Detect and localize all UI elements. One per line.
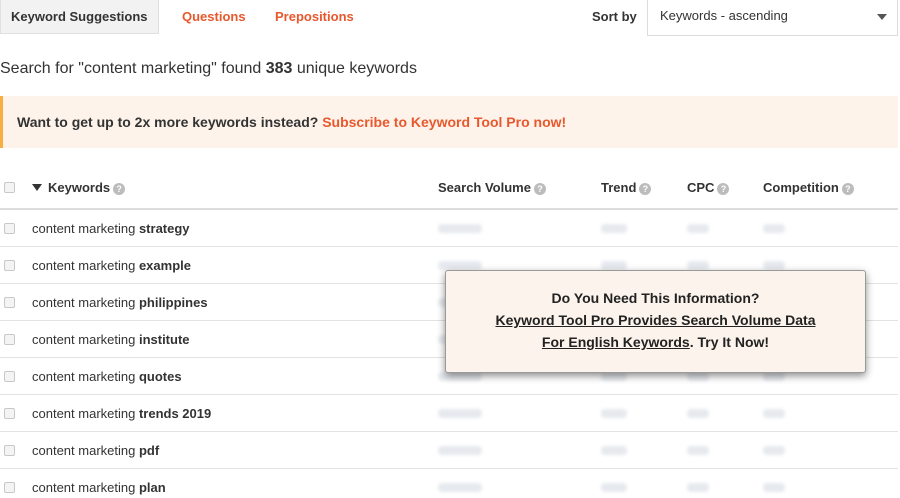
blurred-trend [601,372,627,381]
header-search-volume-label: Search Volume [438,180,531,195]
blurred-volume [438,224,482,233]
popup-link-line[interactable]: Keyword Tool Pro Provides Search Volume … [495,312,815,328]
sort-desc-icon [32,184,42,191]
keyword-count: 383 [265,60,293,77]
row-checkbox[interactable] [4,334,15,345]
keyword-cell: content marketing plan [32,480,166,495]
row-checkbox[interactable] [4,445,15,456]
header-search-volume[interactable]: Search Volume? [438,168,546,208]
blurred-volume [438,409,482,418]
header-keywords[interactable]: Keywords? [32,168,126,208]
promo-banner: Want to get up to 2x more keywords inste… [0,96,898,148]
header-trend-label: Trend [601,180,637,195]
blurred-trend [601,483,627,492]
blurred-trend [601,409,627,418]
blurred-competition [763,446,785,455]
blurred-competition [763,409,785,418]
header-competition-label: Competition [763,180,839,195]
blurred-cpc [687,446,709,455]
blurred-trend [601,261,627,270]
blurred-volume [438,372,482,381]
blurred-competition [763,483,785,492]
header-competition[interactable]: Competition? [763,168,854,208]
subscribe-link[interactable]: Subscribe to Keyword Tool Pro now! [322,114,566,130]
keyword-cell: content marketing philippines [32,295,208,310]
blurred-competition [763,261,785,270]
blurred-trend [601,446,627,455]
row-checkbox[interactable] [4,223,15,234]
help-icon[interactable]: ? [533,183,546,195]
table-row[interactable]: content marketing strategy [0,210,898,247]
popup-heading: Do You Need This Information? [551,290,760,306]
keyword-cell: content marketing trends 2019 [32,406,212,421]
upgrade-popup: Do You Need This Information? Keyword To… [445,270,866,373]
blurred-cpc [687,409,709,418]
sort-select[interactable]: Keywords - ascending [647,0,898,36]
header-keywords-label: Keywords [48,180,111,195]
popup-try-now: . Try It Now! [689,334,770,350]
keyword-cell: content marketing strategy [32,221,190,236]
keyword-cell: content marketing pdf [32,443,160,458]
tab-bar: Keyword Suggestions Questions Prepositio… [0,0,900,36]
blurred-volume [438,446,482,455]
row-checkbox[interactable] [4,408,15,419]
header-trend[interactable]: Trend? [601,168,652,208]
blurred-competition [763,372,785,381]
help-icon[interactable]: ? [639,183,652,195]
row-checkbox[interactable] [4,371,15,382]
blurred-volume [438,261,482,270]
summary-prefix: Search for "content marketing" found [0,60,266,77]
tab-prepositions[interactable]: Prepositions [265,0,364,34]
table-row[interactable]: content marketing trends 2019 [0,395,898,432]
help-icon[interactable]: ? [841,183,854,195]
blurred-cpc [687,483,709,492]
row-checkbox[interactable] [4,260,15,271]
popup-link-english-keywords[interactable]: For English Keywords [542,334,690,350]
table-header: Keywords? Search Volume? Trend? CPC? Com… [0,168,898,210]
keyword-cell: content marketing institute [32,332,190,347]
results-summary: Search for "content marketing" found 383… [0,60,417,78]
blurred-competition [763,224,785,233]
blurred-volume [438,483,482,492]
header-cpc-label: CPC [687,180,715,195]
summary-suffix: unique keywords [292,60,417,77]
tab-keyword-suggestions[interactable]: Keyword Suggestions [0,0,159,34]
help-icon[interactable]: ? [113,183,126,195]
promo-text: Want to get up to 2x more keywords inste… [17,114,323,130]
table-row[interactable]: content marketing pdf [0,432,898,469]
keyword-cell: content marketing example [32,258,191,273]
chevron-down-icon [877,14,887,20]
row-checkbox[interactable] [4,482,15,493]
select-all-checkbox[interactable] [4,182,15,193]
sort-label: Sort by [592,9,637,24]
blurred-trend [601,224,627,233]
tab-questions[interactable]: Questions [172,0,256,34]
help-icon[interactable]: ? [717,183,730,195]
keyword-cell: content marketing quotes [32,369,182,384]
header-cpc[interactable]: CPC? [687,168,730,208]
sort-selected-value: Keywords - ascending [660,8,788,23]
table-row[interactable]: content marketing plan [0,469,898,498]
blurred-cpc [687,372,709,381]
blurred-cpc [687,224,709,233]
blurred-cpc [687,261,709,270]
row-checkbox[interactable] [4,297,15,308]
